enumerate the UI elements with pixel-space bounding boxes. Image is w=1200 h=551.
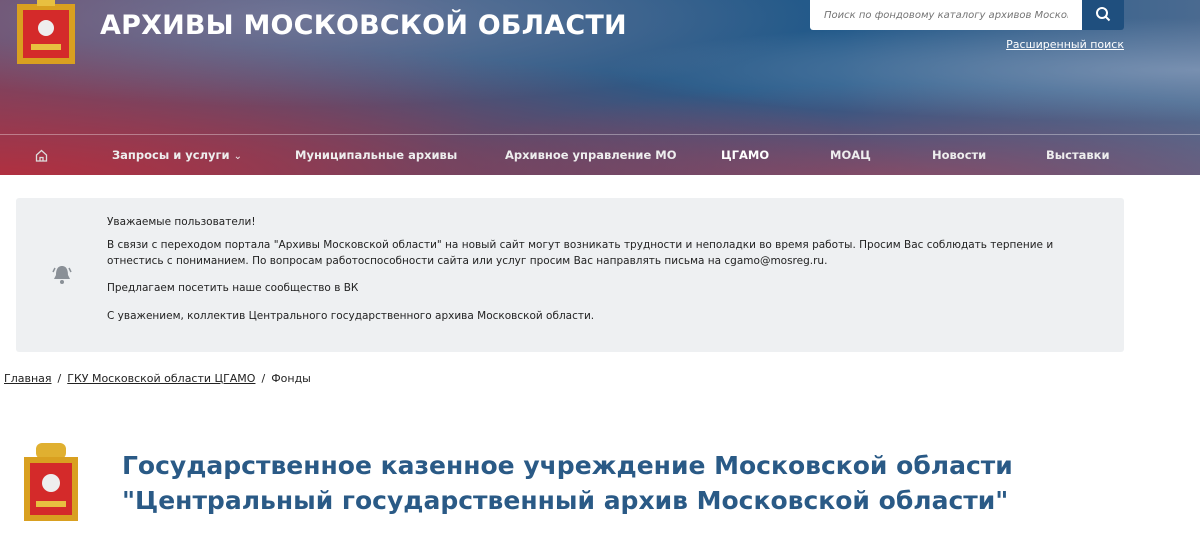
nav-requests-services[interactable]: Запросы и услуги ⌄ xyxy=(112,148,242,162)
organization-title-line2: "Центральный государственный архив Моско… xyxy=(122,486,1009,515)
bell-icon xyxy=(52,266,72,284)
breadcrumb: Главная / ГКУ Московской области ЦГАМО / Фон… xyxy=(4,372,311,385)
breadcrumb-cgamo[interactable]: ГКУ Московской области ЦГАМО xyxy=(67,372,255,385)
notice-greeting: Уважаемые пользователи! xyxy=(107,216,256,228)
home-icon[interactable] xyxy=(35,149,48,162)
coat-of-arms-logo[interactable] xyxy=(15,0,77,66)
main-nav: Запросы и услуги ⌄ Муниципальные архивы … xyxy=(0,134,1200,175)
organization-title: Государственное казенное учреждение Моск… xyxy=(122,448,1013,518)
nav-archive-department[interactable]: Архивное управление МО xyxy=(505,148,677,162)
site-header: АРХИВЫ МОСКОВСКОЙ ОБЛАСТИ Расширенный по… xyxy=(0,0,1200,175)
search-input[interactable] xyxy=(810,0,1082,30)
nav-label: Запросы и услуги xyxy=(112,148,230,162)
notice-banner: Уважаемые пользователи! В связи с перехо… xyxy=(16,198,1124,352)
site-title[interactable]: АРХИВЫ МОСКОВСКОЙ ОБЛАСТИ xyxy=(100,10,627,41)
nav-moac[interactable]: МОАЦ xyxy=(830,148,871,162)
nav-exhibitions[interactable]: Выставки xyxy=(1046,148,1110,162)
notice-signature: С уважением, коллектив Центрального госу… xyxy=(107,310,595,322)
breadcrumb-home[interactable]: Главная xyxy=(4,372,52,385)
search-button[interactable] xyxy=(1082,0,1124,30)
nav-news[interactable]: Новости xyxy=(932,148,986,162)
search-icon xyxy=(1096,6,1111,21)
nav-municipal-archives[interactable]: Муниципальные архивы xyxy=(295,148,457,162)
advanced-search-link[interactable]: Расширенный поиск xyxy=(1006,38,1124,51)
notice-body: В связи с переходом портала "Архивы Моск… xyxy=(107,239,1054,267)
nav-cgamo[interactable]: ЦГАМО xyxy=(721,148,769,162)
organization-title-line1: Государственное казенное учреждение Моск… xyxy=(122,451,1013,480)
breadcrumb-current: Фонды xyxy=(271,372,311,385)
search-bar xyxy=(810,0,1124,30)
coat-of-arms-image xyxy=(24,443,78,521)
chevron-down-icon: ⌄ xyxy=(233,151,242,162)
notice-vk: Предлагаем посетить наше сообщество в ВК xyxy=(107,282,359,294)
